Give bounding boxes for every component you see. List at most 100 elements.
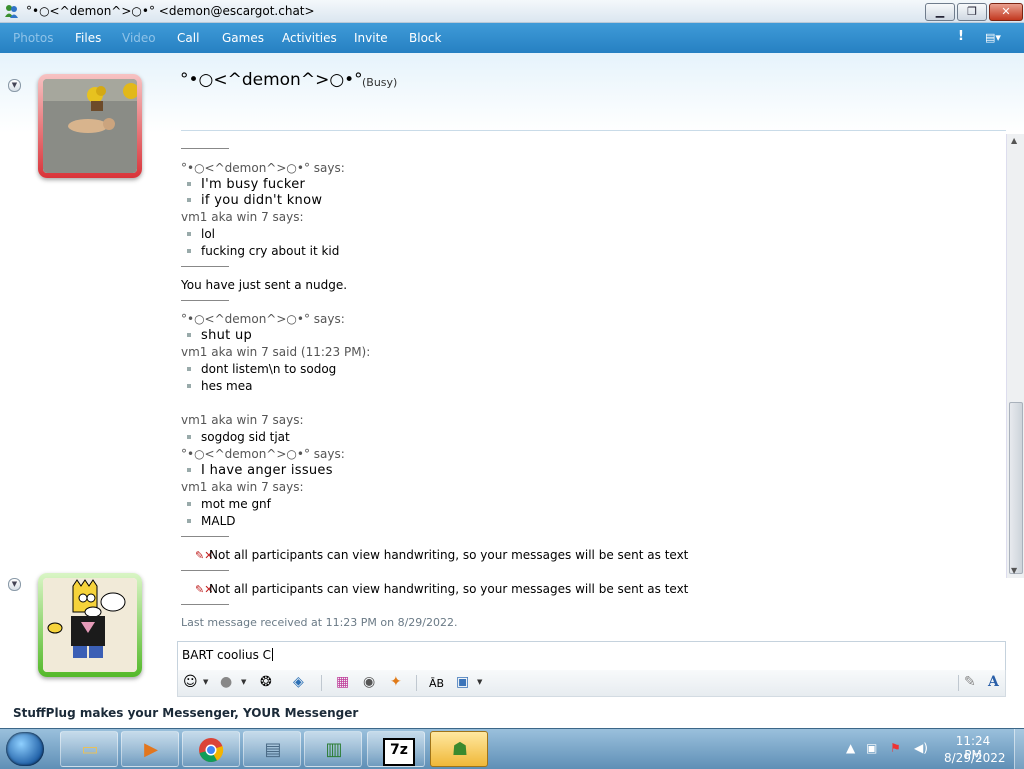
task-manager-icon[interactable]: ▥ [304,731,362,767]
contact-status: (Busy) [362,76,398,89]
handwriting-notice: ✎✕Not all participants can view handwrit… [195,548,689,562]
window-icon[interactable]: ▤ [243,731,301,767]
separator [181,300,229,301]
collapse-user-icon[interactable]: ▼ [8,578,21,591]
paste-icon[interactable]: ▣ [456,674,469,690]
cat-photo-icon [43,79,137,173]
bullet-icon [187,197,191,202]
conversation-toolbar: Photos Files Video Call Games Activities… [0,23,1024,53]
stuffplug-banner[interactable]: StuffPlug makes your Messenger, YOUR Mes… [13,706,358,720]
tray-expand-icon[interactable]: ▲ [846,741,855,755]
message-line: fucking cry about it kid [181,244,339,258]
no-handwriting-icon: ✎✕ [195,583,214,596]
network-icon[interactable]: ▣ [866,741,877,755]
nudge-notice: You have just sent a nudge. [181,278,348,292]
emoticon-dropdown-icon[interactable]: ▼ [203,678,208,686]
message-line: dont listem\n to sodog [181,362,336,376]
text-caret [272,648,274,661]
media-player-icon[interactable]: ▶ [121,731,179,767]
show-desktop-button[interactable] [1014,729,1024,769]
ink-icon[interactable]: ◉ [363,674,375,690]
message-line: lol [181,227,215,241]
toolbar-divider [958,675,959,691]
close-button[interactable]: ✕ [989,3,1023,21]
start-button[interactable] [6,732,44,766]
7zip-icon[interactable]: 7z [367,731,425,767]
collapse-contact-icon[interactable]: ▼ [8,79,21,92]
clock-date[interactable]: 8/29/2022 [944,751,1006,765]
action-center-icon[interactable]: ⚑ [890,741,901,755]
message-line: I have anger issues [181,463,333,478]
scroll-down-icon[interactable]: ▼ [1011,566,1017,575]
menu-video[interactable]: Video [122,31,156,45]
taskbar: ▭ ▶ ▤ ▥ 7z ☗ ▲ ▣ ⚑ ◀) 11:24 PM 8/29/2022 [0,728,1024,769]
scroll-thumb[interactable] [1009,402,1023,574]
paste-dropdown-icon[interactable]: ▼ [477,678,482,686]
windows-explorer-icon[interactable]: ▭ [60,731,118,767]
menu-games[interactable]: Games [222,31,264,45]
bullet-icon [187,383,191,388]
options-menu-icon[interactable]: ▤▾ [985,31,1001,44]
sender-label: vm1 aka win 7 says: [181,210,304,224]
separator [181,536,229,537]
handwriting-icon[interactable]: ✎ [964,674,976,690]
nudge-icon[interactable]: ❂ [260,674,272,690]
menu-activities[interactable]: Activities [282,31,337,45]
message-input-text[interactable]: BART coolius C [182,648,274,662]
input-toolbar: ☺ ▼ ● ▼ ❂ ◈ ▦ ◉ ✦ ĀB ▣ ▼ ✎ A [177,670,1006,697]
minimize-button[interactable]: ▁ [925,3,955,21]
voice-clip-icon[interactable]: ◈ [293,674,304,690]
menu-files[interactable]: Files [75,31,101,45]
bullet-icon [187,248,191,253]
wink-dropdown-icon[interactable]: ▼ [241,678,246,686]
separator [181,604,229,605]
conversation-scrollbar[interactable]: ▲ ▼ [1006,134,1024,578]
message-line: shut up [181,328,252,343]
message-line: MALD [181,514,236,528]
text-style-icon[interactable]: A [988,674,999,690]
bullet-icon [187,518,191,523]
volume-icon[interactable]: ◀) [914,741,928,755]
no-handwriting-icon: ✎✕ [195,549,214,562]
bullet-icon [187,231,191,236]
user-avatar[interactable] [38,573,142,677]
bart-avatar-icon [43,578,137,672]
menu-photos[interactable]: Photos [13,31,53,45]
message-line: if you didn't know [181,193,322,208]
sender-label: °•○<^demon^>○•° says: [181,161,345,175]
message-line: mot me gnf [181,497,271,511]
menu-block[interactable]: Block [409,31,441,45]
conversation-header [0,53,1024,133]
separator [181,570,229,571]
separator [181,266,229,267]
messenger-app-icon [5,5,18,18]
scroll-up-icon[interactable]: ▲ [1011,136,1017,145]
chrome-icon[interactable] [182,731,240,767]
bullet-icon [187,181,191,186]
menu-call[interactable]: Call [177,31,199,45]
menu-invite[interactable]: Invite [354,31,388,45]
message-line: I'm busy fucker [181,177,305,192]
contact-name: °•○<^demon^>○•° [180,70,363,90]
toolbar-divider [321,675,322,691]
title-bar: °•○<^demon^>○•° <demon@escargot.chat> ▁ … [0,0,1024,23]
wink-icon[interactable]: ● [220,674,232,690]
maximize-button[interactable]: ❐ [957,3,987,21]
sender-label: °•○<^demon^>○•° says: [181,447,345,461]
message-line: hes mea [181,379,252,393]
messenger-icon[interactable]: ☗ [430,731,488,767]
message-line: sogdog sid tjat [181,430,290,444]
contact-avatar[interactable] [38,74,142,178]
games-icon[interactable]: ✦ [390,674,402,690]
font-icon[interactable]: ĀB [429,676,444,692]
emoticon-icon[interactable]: ☺ [183,674,198,690]
alert-icon[interactable]: ! [958,29,964,44]
sender-label: vm1 aka win 7 says: [181,413,304,427]
background-icon[interactable]: ▦ [336,674,349,690]
toolbar-divider [416,675,417,691]
header-divider [181,130,1006,131]
bullet-icon [187,366,191,371]
sender-label: vm1 aka win 7 says: [181,480,304,494]
bullet-icon [187,332,191,337]
message-input[interactable]: BART coolius C [177,641,1006,671]
